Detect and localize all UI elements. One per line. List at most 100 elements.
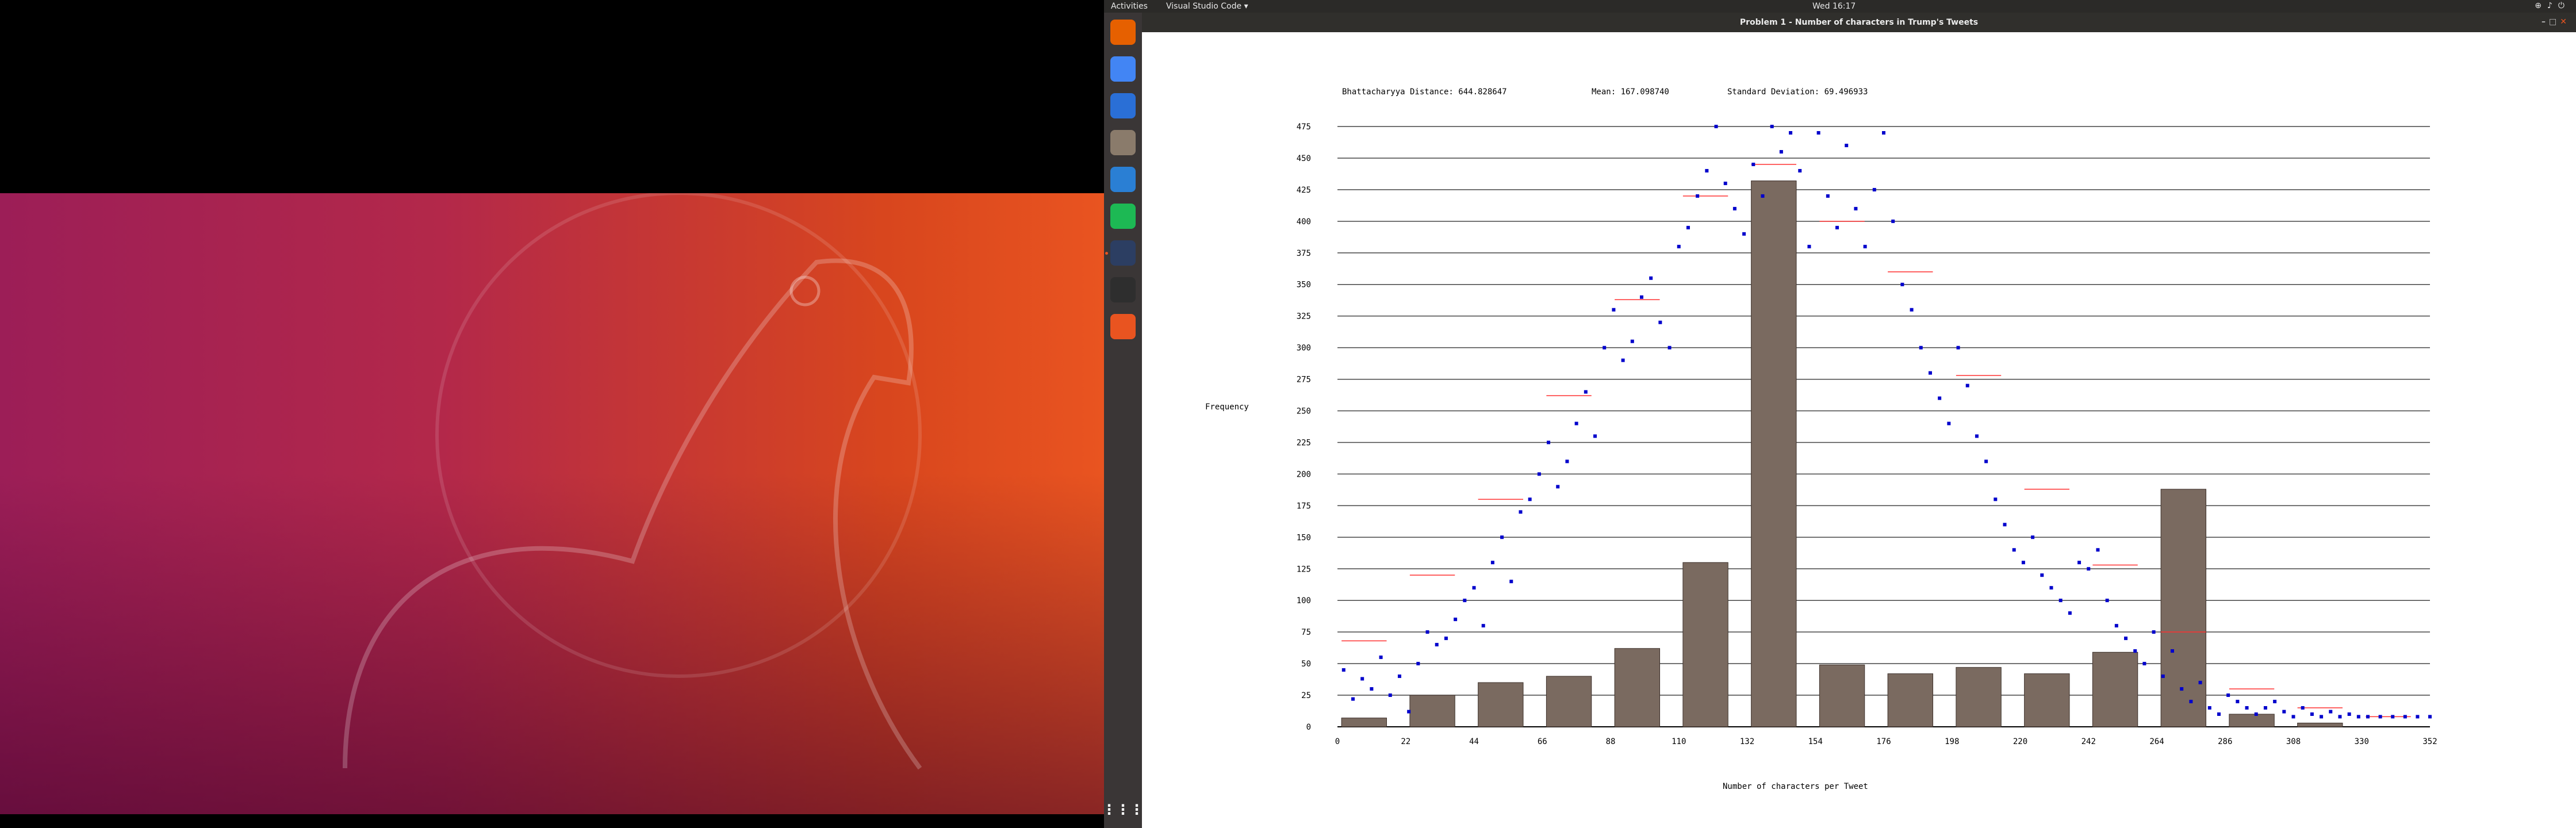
scatter-point	[1603, 346, 1607, 350]
histogram-bar	[1614, 648, 1660, 727]
scatter-point	[2003, 523, 2007, 527]
top-panel: Activities Visual Studio Code ▾ Wed 16:1…	[1104, 0, 2576, 13]
scatter-point	[1444, 637, 1448, 641]
histogram-chart: 0 25 50 75 100 125 150 175 200 225 250 275 300 325 350…	[1297, 122, 2437, 746]
x-tick-label: 110	[1672, 737, 1686, 746]
scatter-point	[2320, 715, 2324, 719]
histogram-bar	[1341, 718, 1387, 727]
scatter-point	[1630, 339, 1634, 343]
scatter-point	[2338, 715, 2342, 719]
close-icon[interactable]: ✕	[2560, 17, 2570, 26]
firefox-icon[interactable]	[1110, 20, 1136, 45]
scatter-point	[1965, 384, 1969, 388]
scatter-point	[2198, 681, 2202, 685]
x-tick-label: 154	[1808, 737, 1823, 746]
scatter-point	[1816, 131, 1820, 135]
scatter-point	[1863, 244, 1867, 248]
y-tick-label: 0	[1306, 723, 1311, 732]
scatter-point	[2077, 561, 2082, 565]
scatter-point	[2403, 715, 2407, 719]
scatter-point	[1826, 194, 1830, 198]
scatter-point	[1612, 308, 1616, 312]
y-tick-label: 225	[1297, 438, 1311, 447]
system-tray[interactable]: ⊕♪⏻	[2535, 1, 2570, 10]
scatter-point	[2254, 712, 2258, 716]
y-tick-label: 475	[1297, 122, 1311, 132]
y-tick-label: 275	[1297, 375, 1311, 385]
vscode-icon[interactable]	[1110, 240, 1136, 266]
x-tick-label: 264	[2149, 737, 2164, 746]
x-tick-label: 308	[2286, 737, 2301, 746]
scatter-point	[1779, 150, 1783, 154]
scatter-point	[2124, 637, 2128, 641]
scatter-point	[1770, 125, 1774, 128]
scatter-point	[1789, 131, 1793, 135]
y-tick-label: 150	[1297, 533, 1311, 542]
scatter-point	[2310, 712, 2314, 716]
scatter-point	[1565, 459, 1569, 463]
scatter-point	[1845, 143, 1849, 147]
histogram-bar	[1819, 664, 1865, 727]
scatter-point	[1714, 125, 1718, 128]
y-tick-label: 400	[1297, 217, 1311, 227]
scatter-point	[1472, 586, 1476, 590]
scatter-point	[1696, 194, 1700, 198]
scatter-point	[1593, 434, 1597, 438]
y-tick-label: 200	[1297, 470, 1311, 479]
x-tick-label: 220	[2013, 737, 2027, 746]
window-titlebar[interactable]: Problem 1 - Number of characters in Trum…	[1142, 13, 2576, 32]
scatter-point	[2105, 599, 2109, 603]
maximize-icon[interactable]: □	[2549, 17, 2560, 26]
chrome-icon[interactable]	[1110, 56, 1136, 82]
libreoffice-writer-icon[interactable]	[1110, 167, 1136, 192]
scatter-point	[2301, 706, 2305, 710]
scatter-point	[1416, 662, 1420, 666]
scatter-point	[1407, 710, 1411, 714]
scatter-point	[1639, 295, 1643, 299]
scatter-point	[1751, 162, 1755, 166]
scatter-point	[2263, 706, 2267, 710]
scatter-point	[2347, 712, 2351, 716]
thunderbird-icon[interactable]	[1110, 93, 1136, 118]
dock: ⋮⋮⋮	[1102, 13, 1144, 828]
scatter-point	[2068, 611, 2072, 615]
scatter-point	[1658, 320, 1662, 324]
clock[interactable]: Wed 16:17	[1812, 2, 1856, 11]
scatter-point	[2040, 573, 2044, 577]
spotify-icon[interactable]	[1110, 204, 1136, 229]
x-tick-label: 44	[1469, 737, 1479, 746]
app-menu[interactable]: Visual Studio Code ▾	[1166, 2, 1248, 11]
x-tick-label: 198	[1945, 737, 1959, 746]
wallpaper-logo	[343, 193, 922, 770]
y-tick-label: 450	[1297, 154, 1311, 163]
scatter-point	[2096, 548, 2100, 552]
scatter-point	[2142, 662, 2146, 666]
apps-grid-icon[interactable]: ⋮⋮⋮	[1102, 797, 1144, 822]
x-tick-label: 330	[2355, 737, 2369, 746]
scatter-point	[1732, 206, 1736, 210]
network-icon: ⊕	[2535, 1, 2547, 10]
scatter-point	[1435, 643, 1439, 647]
volume-icon: ♪	[2547, 1, 2558, 10]
scatter-point	[2378, 715, 2382, 719]
scatter-point	[2416, 715, 2420, 719]
terminal-icon[interactable]	[1110, 277, 1136, 302]
help-icon[interactable]	[1110, 314, 1136, 339]
scatter-point	[1928, 371, 1932, 375]
histogram-bar	[2024, 673, 2070, 727]
scatter-point	[1956, 346, 1960, 350]
activities-button[interactable]: Activities	[1111, 2, 1148, 11]
scatter-point	[2236, 700, 2240, 704]
minimize-icon[interactable]: –	[2542, 17, 2549, 26]
scatter-point	[1705, 168, 1709, 172]
scatter-point	[2207, 706, 2211, 710]
scatter-point	[1370, 687, 1374, 691]
scatter-point	[1742, 232, 1746, 236]
scatter-point	[1798, 168, 1802, 172]
histogram-bar	[2229, 714, 2275, 727]
scatter-point	[2152, 630, 2156, 634]
histogram-bar	[2160, 489, 2206, 727]
scatter-point	[1388, 693, 1392, 697]
files-icon[interactable]	[1110, 130, 1136, 155]
scatter-point	[1397, 674, 1401, 678]
